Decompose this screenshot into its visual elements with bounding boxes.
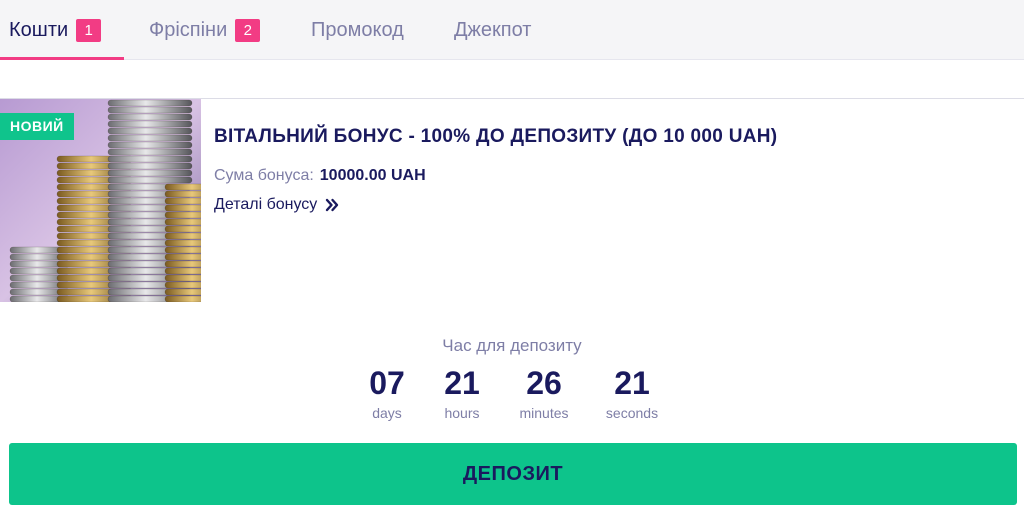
bonus-title: ВІТАЛЬНИЙ БОНУС - 100% ДО ДЕПОЗИТУ (ДО 1… bbox=[214, 126, 778, 147]
countdown-minutes: 26 minutes bbox=[499, 362, 589, 422]
bonus-sum-value: 10000.00 UAH bbox=[319, 167, 426, 184]
tab-promocode[interactable]: Промокод bbox=[311, 0, 404, 60]
tab-bar: Кошти 1 Фріспіни 2 Промокод Джекпот bbox=[0, 0, 1024, 60]
bonus-details-link[interactable]: Деталі бонусу bbox=[214, 196, 339, 214]
double-chevron-right-icon bbox=[325, 198, 339, 212]
tab-funds[interactable]: Кошти 1 bbox=[9, 0, 102, 60]
tab-funds-badge: 1 bbox=[76, 18, 102, 42]
tab-freespins-label: Фріспіни bbox=[149, 18, 228, 41]
bonus-details-label: Деталі бонусу bbox=[214, 196, 318, 213]
bonus-sum-label: Сума бонуса: bbox=[214, 167, 314, 184]
tab-jackpot[interactable]: Джекпот bbox=[454, 0, 531, 60]
tab-freespins-badge: 2 bbox=[235, 18, 261, 42]
countdown-hours-value: 21 bbox=[444, 365, 480, 401]
countdown-seconds: 21 seconds bbox=[587, 362, 677, 422]
bonus-sum: Сума бонуса: 10000.00 UAH bbox=[214, 167, 426, 185]
tab-promocode-label: Промокод bbox=[311, 18, 404, 41]
deposit-button[interactable]: ДЕПОЗИТ bbox=[9, 443, 1017, 505]
countdown-seconds-label: seconds bbox=[605, 405, 659, 421]
new-badge: НОВИЙ bbox=[0, 113, 74, 140]
active-tab-indicator bbox=[0, 57, 124, 60]
countdown-hours-label: hours bbox=[444, 405, 480, 421]
tab-freespins[interactable]: Фріспіни 2 bbox=[149, 0, 261, 60]
countdown-hours: 21 hours bbox=[417, 362, 507, 422]
coin-stacks-image: НОВИЙ bbox=[0, 99, 201, 302]
tab-funds-label: Кошти bbox=[9, 18, 69, 41]
tab-jackpot-label: Джекпот bbox=[454, 18, 532, 41]
countdown-title: Час для депозиту bbox=[442, 336, 582, 355]
countdown-minutes-value: 26 bbox=[526, 365, 562, 401]
countdown-seconds-value: 21 bbox=[614, 365, 650, 401]
countdown-minutes-label: minutes bbox=[519, 405, 569, 421]
